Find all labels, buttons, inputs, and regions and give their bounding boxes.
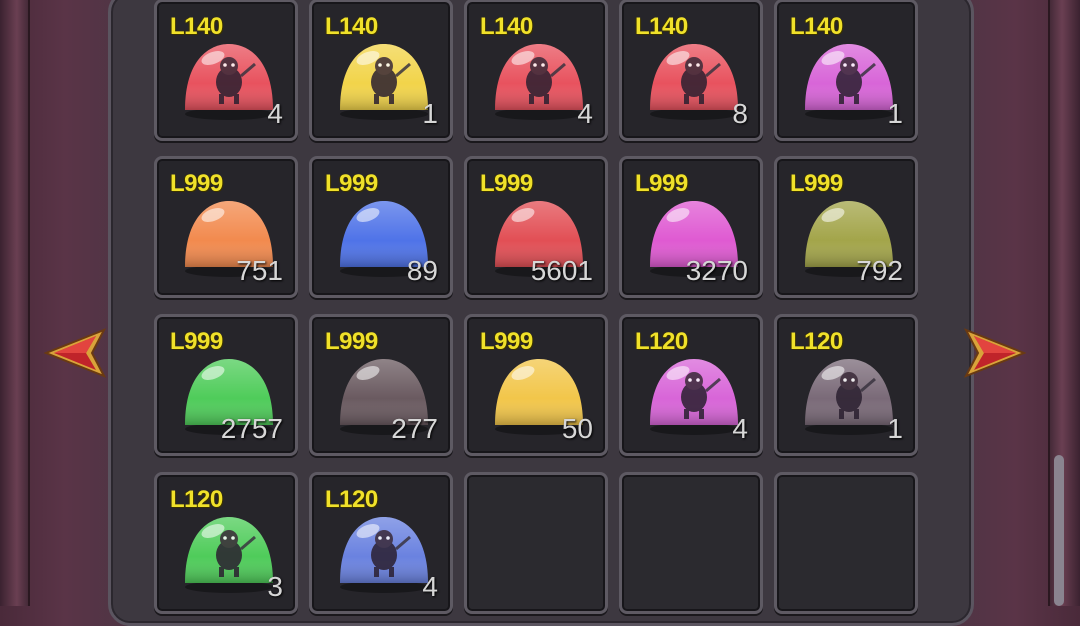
inventory-slot[interactable]: L999 89 xyxy=(309,156,453,298)
red-diamond-right-arrow-icon xyxy=(963,328,1026,378)
right-frame-border xyxy=(1048,0,1080,606)
inventory-slot[interactable]: L120 3 xyxy=(154,472,298,614)
slot-count-label: 50 xyxy=(561,413,593,444)
empty-inventory-slot[interactable] xyxy=(464,472,608,614)
slot-count-label: 4 xyxy=(732,413,748,444)
slot-level-label: L140 xyxy=(325,13,378,40)
inventory-slot[interactable]: L140 8 xyxy=(619,0,763,141)
slime-with-fairy-creature-icon xyxy=(803,40,895,120)
slot-level-label: L999 xyxy=(790,170,843,197)
left-frame-border xyxy=(0,0,30,606)
slot-count-label: 3 xyxy=(267,571,283,602)
scrollbar-thumb[interactable] xyxy=(1054,455,1064,606)
inventory-slot[interactable]: L120 1 xyxy=(774,314,918,456)
inventory-slot[interactable]: L999 792 xyxy=(774,156,918,298)
inventory-slot[interactable]: L999 2757 xyxy=(154,314,298,456)
slime-with-fire-demon-icon xyxy=(183,40,275,120)
slot-level-label: L140 xyxy=(170,13,223,40)
inventory-slot[interactable]: L999 50 xyxy=(464,314,608,456)
inventory-slot[interactable]: L140 1 xyxy=(774,0,918,141)
slot-count-label: 4 xyxy=(577,98,593,129)
slot-count-label: 1 xyxy=(422,98,438,129)
slime-with-armored-knight-icon xyxy=(803,355,895,435)
slot-level-label: L999 xyxy=(170,328,223,355)
slime-with-sword-warrior-icon xyxy=(648,40,740,120)
slime-with-pink-critter-icon xyxy=(493,40,585,120)
inventory-slot[interactable]: L140 4 xyxy=(154,0,298,141)
slot-count-label: 5601 xyxy=(530,255,593,286)
slot-level-label: L140 xyxy=(635,13,688,40)
inventory-slot[interactable]: L999 751 xyxy=(154,156,298,298)
slot-level-label: L120 xyxy=(170,486,223,513)
slot-count-label: 89 xyxy=(406,255,438,286)
inventory-slot[interactable]: L999 277 xyxy=(309,314,453,456)
slot-count-label: 4 xyxy=(422,571,438,602)
slot-level-label: L999 xyxy=(170,170,223,197)
previous-page-button[interactable] xyxy=(44,328,108,378)
slot-count-label: 277 xyxy=(391,413,438,444)
slot-count-label: 2757 xyxy=(220,413,283,444)
slot-count-label: 1 xyxy=(887,98,903,129)
inventory-slot[interactable]: L120 4 xyxy=(619,314,763,456)
red-diamond-left-arrow-icon xyxy=(44,328,107,378)
slot-level-label: L999 xyxy=(325,328,378,355)
slot-level-label: L120 xyxy=(325,486,378,513)
inventory-slot[interactable]: L140 1 xyxy=(309,0,453,141)
next-page-button[interactable] xyxy=(962,328,1026,378)
empty-inventory-slot[interactable] xyxy=(774,472,918,614)
slot-count-label: 8 xyxy=(732,98,748,129)
slot-level-label: L999 xyxy=(480,170,533,197)
slot-level-label: L999 xyxy=(635,170,688,197)
slot-count-label: 3270 xyxy=(685,255,748,286)
slot-level-label: L140 xyxy=(790,13,843,40)
slime-with-dark-haired-fighter-icon xyxy=(648,355,740,435)
slime-with-pink-elephant-icon xyxy=(338,513,430,593)
slot-level-label: L999 xyxy=(325,170,378,197)
slime-with-electric-rabbit-icon xyxy=(338,40,430,120)
slot-level-label: L999 xyxy=(480,328,533,355)
inventory-slot[interactable]: L120 4 xyxy=(309,472,453,614)
slot-count-label: 751 xyxy=(236,255,283,286)
slot-level-label: L120 xyxy=(635,328,688,355)
slot-count-label: 1 xyxy=(887,413,903,444)
slot-count-label: 792 xyxy=(856,255,903,286)
slot-count-label: 4 xyxy=(267,98,283,129)
slime-with-hooded-reaper-icon xyxy=(183,513,275,593)
inventory-slot[interactable]: L999 3270 xyxy=(619,156,763,298)
empty-inventory-slot[interactable] xyxy=(619,472,763,614)
slot-level-label: L120 xyxy=(790,328,843,355)
slot-level-label: L140 xyxy=(480,13,533,40)
inventory-slot[interactable]: L140 4 xyxy=(464,0,608,141)
inventory-slot[interactable]: L999 5601 xyxy=(464,156,608,298)
